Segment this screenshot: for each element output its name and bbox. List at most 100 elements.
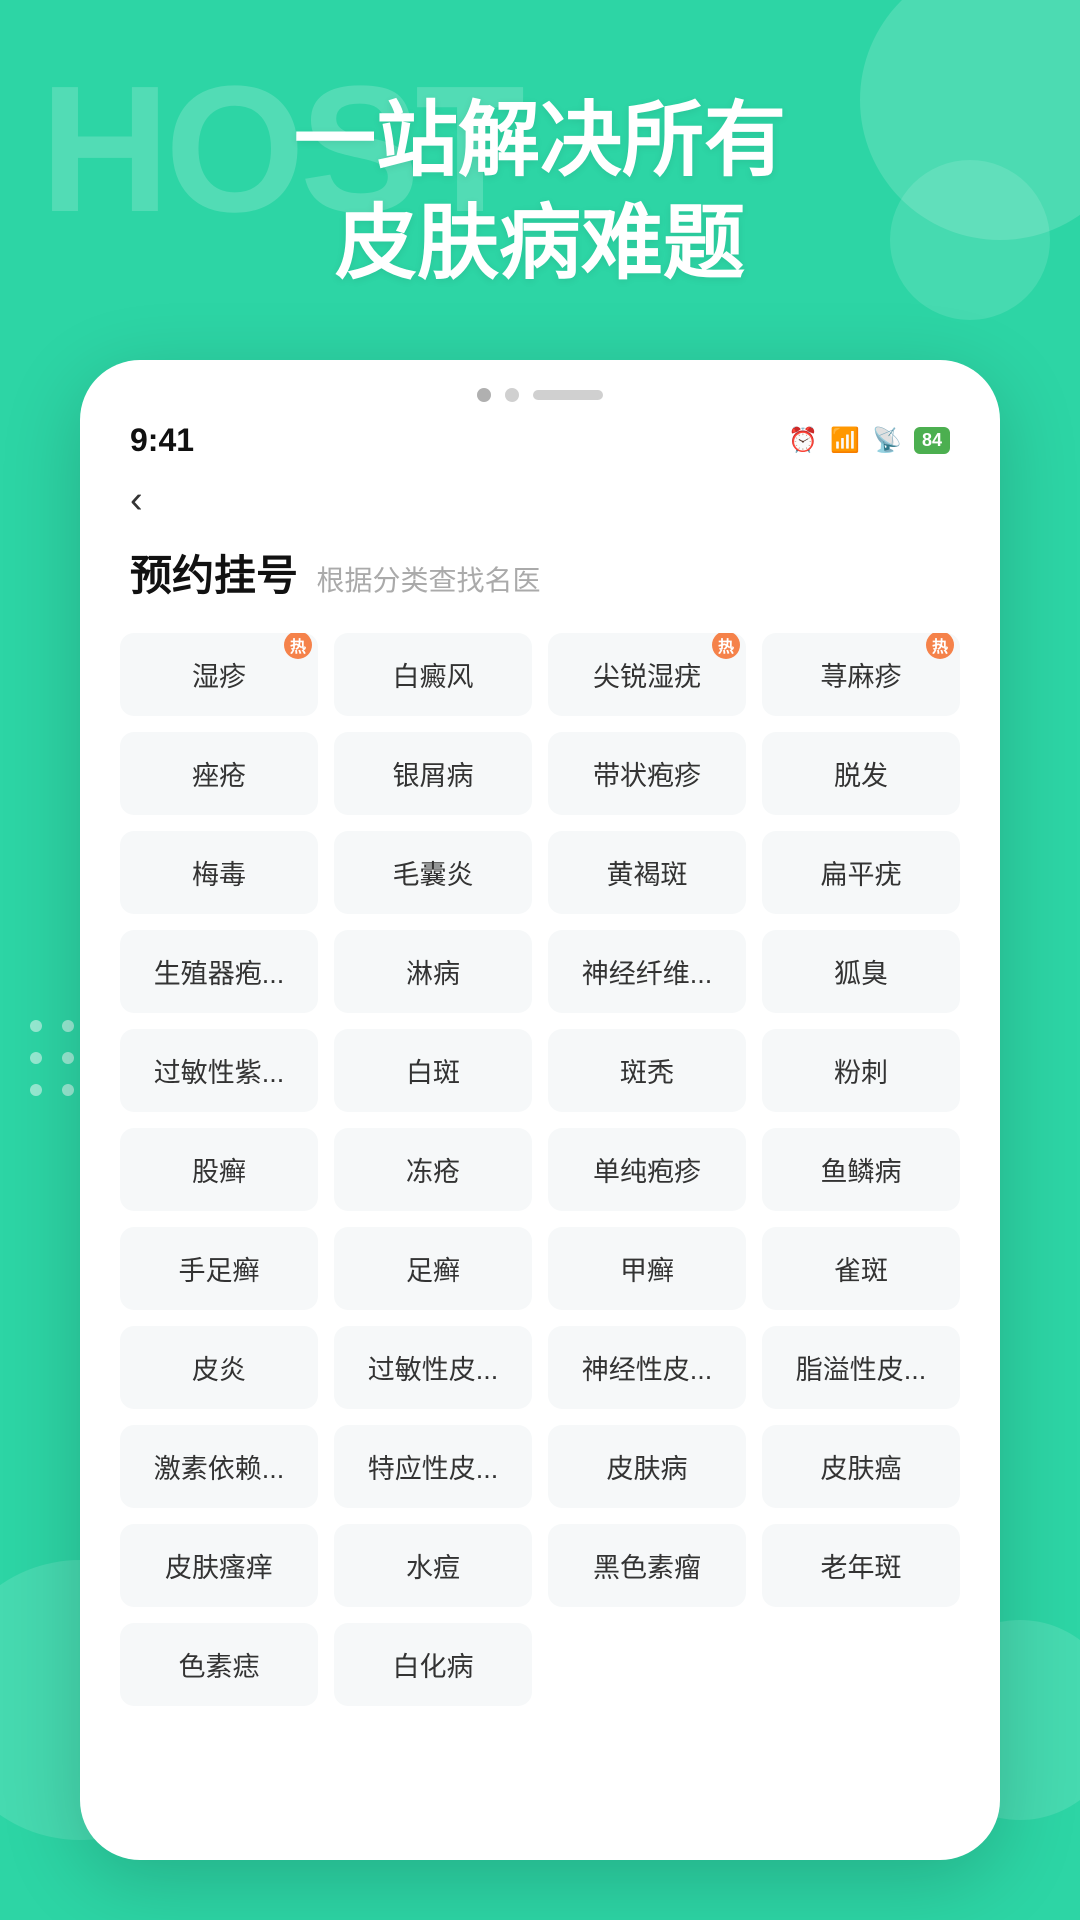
disease-item[interactable]: 粉刺 xyxy=(762,1029,960,1112)
disease-item[interactable]: 白化病 xyxy=(334,1623,532,1706)
hot-badge: 热 xyxy=(712,633,740,659)
disease-label: 脂溢性皮... xyxy=(796,1355,927,1385)
disease-label: 扁平疣 xyxy=(821,860,902,890)
disease-label: 神经纤维... xyxy=(582,959,713,989)
disease-label: 股癣 xyxy=(192,1157,246,1187)
disease-item[interactable]: 神经性皮... xyxy=(548,1326,746,1409)
disease-item[interactable]: 热尖锐湿疣 xyxy=(548,633,746,716)
disease-item[interactable]: 过敏性皮... xyxy=(334,1326,532,1409)
hot-badge: 热 xyxy=(284,633,312,659)
disease-label: 神经性皮... xyxy=(582,1355,713,1385)
disease-item[interactable]: 神经纤维... xyxy=(548,930,746,1013)
disease-label: 皮肤癌 xyxy=(821,1454,902,1484)
wifi-icon: 📡 xyxy=(872,426,902,455)
disease-item[interactable]: 单纯疱疹 xyxy=(548,1128,746,1211)
disease-label: 单纯疱疹 xyxy=(593,1157,701,1187)
disease-label: 皮肤病 xyxy=(607,1454,688,1484)
disease-item[interactable]: 白癜风 xyxy=(334,633,532,716)
disease-label: 痤疮 xyxy=(192,761,246,791)
disease-item[interactable]: 老年斑 xyxy=(762,1524,960,1607)
disease-item[interactable]: 皮肤瘙痒 xyxy=(120,1524,318,1607)
disease-label: 荨麻疹 xyxy=(821,662,902,692)
disease-label: 黄褐斑 xyxy=(607,860,688,890)
disease-item[interactable]: 白斑 xyxy=(334,1029,532,1112)
disease-item[interactable]: 黄褐斑 xyxy=(548,831,746,914)
disease-label: 白化病 xyxy=(393,1652,474,1682)
disease-item[interactable]: 冻疮 xyxy=(334,1128,532,1211)
disease-item[interactable]: 脂溢性皮... xyxy=(762,1326,960,1409)
disease-item[interactable]: 皮炎 xyxy=(120,1326,318,1409)
page-dot-2 xyxy=(505,388,519,402)
disease-item[interactable]: 股癣 xyxy=(120,1128,318,1211)
status-time: 9:41 xyxy=(130,422,194,459)
disease-label: 黑色素瘤 xyxy=(593,1553,701,1583)
disease-label: 梅毒 xyxy=(192,860,246,890)
disease-label: 手足癣 xyxy=(179,1256,260,1286)
hot-badge: 热 xyxy=(926,633,954,659)
disease-item[interactable]: 热湿疹 xyxy=(120,633,318,716)
disease-label: 冻疮 xyxy=(406,1157,460,1187)
disease-item[interactable]: 斑秃 xyxy=(548,1029,746,1112)
disease-item[interactable]: 特应性皮... xyxy=(334,1425,532,1508)
disease-label: 生殖器疱... xyxy=(154,959,285,989)
disease-label: 尖锐湿疣 xyxy=(593,662,701,692)
disease-label: 狐臭 xyxy=(834,959,888,989)
disease-label: 色素痣 xyxy=(179,1652,260,1682)
disease-label: 激素依赖... xyxy=(154,1454,285,1484)
disease-label: 毛囊炎 xyxy=(393,860,474,890)
hero-line1: 一站解决所有 xyxy=(294,95,786,186)
status-bar: 9:41 ⏰ 📶 📡 84 xyxy=(80,412,1000,464)
disease-item[interactable]: 黑色素瘤 xyxy=(548,1524,746,1607)
disease-item[interactable]: 皮肤病 xyxy=(548,1425,746,1508)
disease-label: 斑秃 xyxy=(620,1058,674,1088)
disease-item[interactable]: 过敏性紫... xyxy=(120,1029,318,1112)
disease-item[interactable]: 皮肤癌 xyxy=(762,1425,960,1508)
disease-item[interactable]: 淋病 xyxy=(334,930,532,1013)
back-button[interactable]: ‹ xyxy=(80,464,1000,537)
disease-item[interactable]: 带状疱疹 xyxy=(548,732,746,815)
page-line xyxy=(533,390,603,400)
disease-label: 过敏性紫... xyxy=(154,1058,285,1088)
disease-item[interactable]: 生殖器疱... xyxy=(120,930,318,1013)
disease-label: 鱼鳞病 xyxy=(821,1157,902,1187)
hero-title: 一站解决所有 皮肤病难题 xyxy=(0,90,1080,295)
disease-label: 粉刺 xyxy=(834,1058,888,1088)
disease-label: 银屑病 xyxy=(393,761,474,791)
page-subtitle: 根据分类查找名医 xyxy=(316,565,540,596)
disease-label: 脱发 xyxy=(834,761,888,791)
disease-label: 老年斑 xyxy=(821,1553,902,1583)
disease-label: 白癜风 xyxy=(393,662,474,692)
disease-item[interactable]: 手足癣 xyxy=(120,1227,318,1310)
disease-label: 皮炎 xyxy=(192,1355,246,1385)
battery-icon: 84 xyxy=(914,427,950,454)
disease-label: 淋病 xyxy=(406,959,460,989)
disease-item[interactable]: 梅毒 xyxy=(120,831,318,914)
disease-item[interactable]: 脱发 xyxy=(762,732,960,815)
page-dot-1 xyxy=(477,388,491,402)
disease-grid: 热湿疹白癜风热尖锐湿疣热荨麻疹痤疮银屑病带状疱疹脱发梅毒毛囊炎黄褐斑扁平疣生殖器… xyxy=(80,623,1000,1736)
disease-label: 湿疹 xyxy=(192,662,246,692)
disease-item[interactable]: 扁平疣 xyxy=(762,831,960,914)
disease-item[interactable]: 痤疮 xyxy=(120,732,318,815)
disease-label: 皮肤瘙痒 xyxy=(165,1553,273,1583)
phone-mockup: 9:41 ⏰ 📶 📡 84 ‹ 预约挂号 根据分类查找名医 热湿疹白癜风热尖锐湿… xyxy=(80,360,1000,1860)
disease-item[interactable]: 雀斑 xyxy=(762,1227,960,1310)
status-icons: ⏰ 📶 📡 84 xyxy=(788,426,950,455)
disease-label: 甲癣 xyxy=(620,1256,674,1286)
disease-item[interactable]: 激素依赖... xyxy=(120,1425,318,1508)
hero-line2: 皮肤病难题 xyxy=(335,198,745,289)
disease-label: 过敏性皮... xyxy=(368,1355,499,1385)
page-header: 预约挂号 根据分类查找名医 xyxy=(80,537,1000,623)
disease-item[interactable]: 色素痣 xyxy=(120,1623,318,1706)
disease-label: 带状疱疹 xyxy=(593,761,701,791)
disease-item[interactable]: 甲癣 xyxy=(548,1227,746,1310)
disease-item[interactable]: 鱼鳞病 xyxy=(762,1128,960,1211)
disease-item[interactable]: 足癣 xyxy=(334,1227,532,1310)
disease-item[interactable]: 狐臭 xyxy=(762,930,960,1013)
disease-item[interactable]: 毛囊炎 xyxy=(334,831,532,914)
disease-item[interactable]: 水痘 xyxy=(334,1524,532,1607)
disease-label: 特应性皮... xyxy=(368,1454,499,1484)
disease-item[interactable]: 银屑病 xyxy=(334,732,532,815)
disease-item[interactable]: 热荨麻疹 xyxy=(762,633,960,716)
disease-label: 水痘 xyxy=(406,1553,460,1583)
